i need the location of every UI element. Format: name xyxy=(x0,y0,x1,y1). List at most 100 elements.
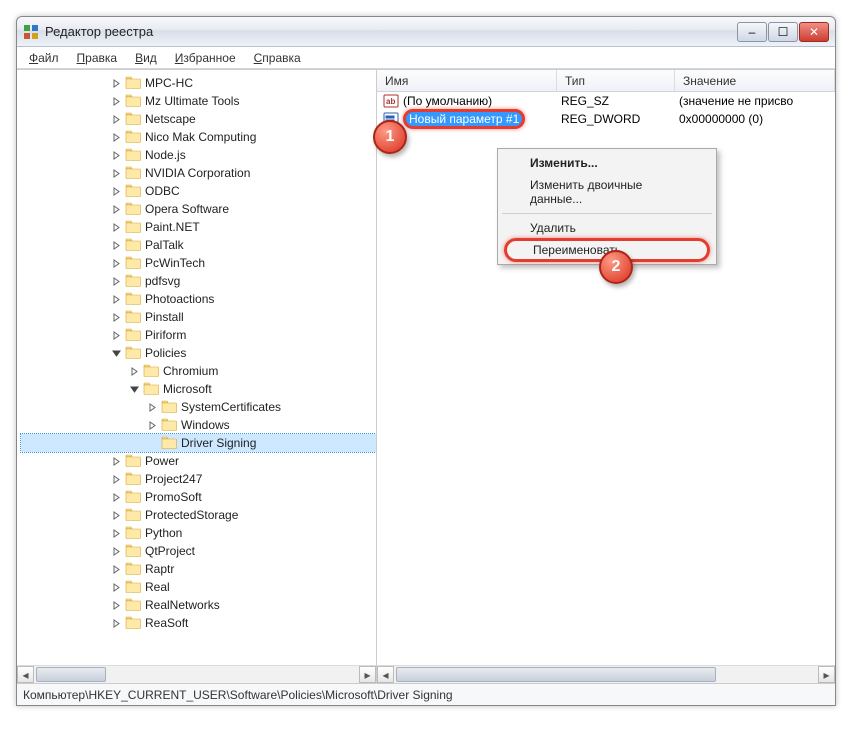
expand-icon[interactable] xyxy=(111,330,122,341)
tree-item[interactable]: QtProject xyxy=(21,542,376,560)
expand-icon[interactable] xyxy=(111,186,122,197)
context-menu-item[interactable]: Удалить xyxy=(500,217,714,239)
tree-item[interactable]: Netscape xyxy=(21,110,376,128)
tree-item[interactable]: ReaSoft xyxy=(21,614,376,632)
tree-item[interactable]: Project247 xyxy=(21,470,376,488)
expand-icon[interactable] xyxy=(111,222,122,233)
tree-item[interactable]: Microsoft xyxy=(21,380,376,398)
menu-избранное[interactable]: Избранное xyxy=(167,49,244,67)
expand-icon[interactable] xyxy=(111,510,122,521)
tree-horizontal-scrollbar[interactable]: ◂ ▸ xyxy=(17,665,376,683)
value-row[interactable]: Новый параметр #1REG_DWORD0x00000000 (0) xyxy=(377,110,835,128)
expand-icon[interactable] xyxy=(111,204,122,215)
values-list[interactable]: ab(По умолчанию)REG_SZ(значение не присв… xyxy=(377,92,835,665)
menu-справка[interactable]: Справка xyxy=(246,49,309,67)
folder-icon xyxy=(125,148,141,162)
expand-icon[interactable] xyxy=(111,618,122,629)
tree-item[interactable]: RealNetworks xyxy=(21,596,376,614)
scroll-left-arrow-icon[interactable]: ◂ xyxy=(377,666,394,683)
expand-icon[interactable] xyxy=(147,402,158,413)
registry-tree[interactable]: MPC-HCMz Ultimate ToolsNetscapeNico Mak … xyxy=(17,70,376,665)
tree-item[interactable]: Opera Software xyxy=(21,200,376,218)
tree-item[interactable]: ODBC xyxy=(21,182,376,200)
expand-icon[interactable] xyxy=(111,312,122,323)
minimize-button[interactable]: – xyxy=(737,22,767,42)
value-name-editing[interactable]: Новый параметр #1 xyxy=(403,109,525,129)
tree-item[interactable]: PcWinTech xyxy=(21,254,376,272)
expand-icon[interactable] xyxy=(129,366,140,377)
menu-файл[interactable]: Файл xyxy=(21,49,67,67)
expand-icon[interactable] xyxy=(111,258,122,269)
tree-item[interactable]: Photoactions xyxy=(21,290,376,308)
expand-icon[interactable] xyxy=(111,96,122,107)
maximize-button[interactable]: ☐ xyxy=(768,22,798,42)
expand-icon[interactable] xyxy=(111,474,122,485)
tree-item[interactable]: Piriform xyxy=(21,326,376,344)
scroll-thumb[interactable] xyxy=(396,667,716,682)
folder-icon xyxy=(125,490,141,504)
expand-icon[interactable] xyxy=(111,150,122,161)
expand-icon[interactable] xyxy=(111,600,122,611)
expand-icon[interactable] xyxy=(111,78,122,89)
expand-icon[interactable] xyxy=(111,582,122,593)
tree-item[interactable]: Mz Ultimate Tools xyxy=(21,92,376,110)
titlebar: Редактор реестра – ☐ ✕ xyxy=(17,17,835,47)
scroll-thumb[interactable] xyxy=(36,667,106,682)
expand-icon[interactable] xyxy=(111,276,122,287)
values-horizontal-scrollbar[interactable]: ◂ ▸ xyxy=(377,665,835,683)
column-header-type[interactable]: Тип xyxy=(557,70,675,91)
context-menu-item[interactable]: Изменить... xyxy=(500,152,714,174)
tree-item[interactable]: PalTalk xyxy=(21,236,376,254)
expand-icon[interactable] xyxy=(111,456,122,467)
expand-icon[interactable] xyxy=(111,168,122,179)
tree-item[interactable]: Paint.NET xyxy=(21,218,376,236)
collapse-icon[interactable] xyxy=(129,384,140,395)
expand-icon[interactable] xyxy=(111,546,122,557)
tree-item-label: SystemCertificates xyxy=(181,398,281,416)
column-header-name[interactable]: Имя xyxy=(377,70,557,91)
value-row[interactable]: ab(По умолчанию)REG_SZ(значение не присв… xyxy=(377,92,835,110)
tree-item[interactable]: Node.js xyxy=(21,146,376,164)
statusbar-path: Компьютер\HKEY_CURRENT_USER\Software\Pol… xyxy=(23,688,453,702)
tree-item[interactable]: Nico Mak Computing xyxy=(21,128,376,146)
folder-icon xyxy=(125,562,141,576)
tree-item[interactable]: Chromium xyxy=(21,362,376,380)
folder-icon xyxy=(125,220,141,234)
column-header-value[interactable]: Значение xyxy=(675,70,835,91)
scroll-track[interactable] xyxy=(34,666,359,683)
tree-item[interactable]: NVIDIA Corporation xyxy=(21,164,376,182)
tree-item[interactable]: MPC-HC xyxy=(21,74,376,92)
tree-item[interactable]: Pinstall xyxy=(21,308,376,326)
value-type: REG_DWORD xyxy=(557,112,675,126)
tree-item[interactable]: SystemCertificates xyxy=(21,398,376,416)
expand-icon[interactable] xyxy=(111,294,122,305)
tree-item[interactable]: PromoSoft xyxy=(21,488,376,506)
tree-item[interactable]: Raptr xyxy=(21,560,376,578)
expand-icon[interactable] xyxy=(111,528,122,539)
tree-item[interactable]: Windows xyxy=(21,416,376,434)
tree-item[interactable]: Python xyxy=(21,524,376,542)
scroll-track[interactable] xyxy=(394,666,818,683)
menu-правка[interactable]: Правка xyxy=(69,49,126,67)
expand-icon[interactable] xyxy=(111,114,122,125)
close-button[interactable]: ✕ xyxy=(799,22,829,42)
tree-item[interactable]: ProtectedStorage xyxy=(21,506,376,524)
scroll-right-arrow-icon[interactable]: ▸ xyxy=(818,666,835,683)
expand-icon[interactable] xyxy=(147,420,158,431)
expand-icon[interactable] xyxy=(111,492,122,503)
expand-icon[interactable] xyxy=(111,564,122,575)
context-menu-item[interactable]: Изменить двоичные данные... xyxy=(500,174,714,210)
tree-item[interactable]: Policies xyxy=(21,344,376,362)
scroll-right-arrow-icon[interactable]: ▸ xyxy=(359,666,376,683)
menu-вид[interactable]: Вид xyxy=(127,49,165,67)
expand-icon[interactable] xyxy=(111,240,122,251)
tree-item[interactable]: pdfsvg xyxy=(21,272,376,290)
tree-item-label: ODBC xyxy=(145,182,180,200)
folder-icon xyxy=(125,526,141,540)
scroll-left-arrow-icon[interactable]: ◂ xyxy=(17,666,34,683)
tree-item[interactable]: Power xyxy=(21,452,376,470)
collapse-icon[interactable] xyxy=(111,348,122,359)
tree-item[interactable]: Real xyxy=(21,578,376,596)
expand-icon[interactable] xyxy=(111,132,122,143)
tree-item[interactable]: Driver Signing xyxy=(21,434,376,452)
